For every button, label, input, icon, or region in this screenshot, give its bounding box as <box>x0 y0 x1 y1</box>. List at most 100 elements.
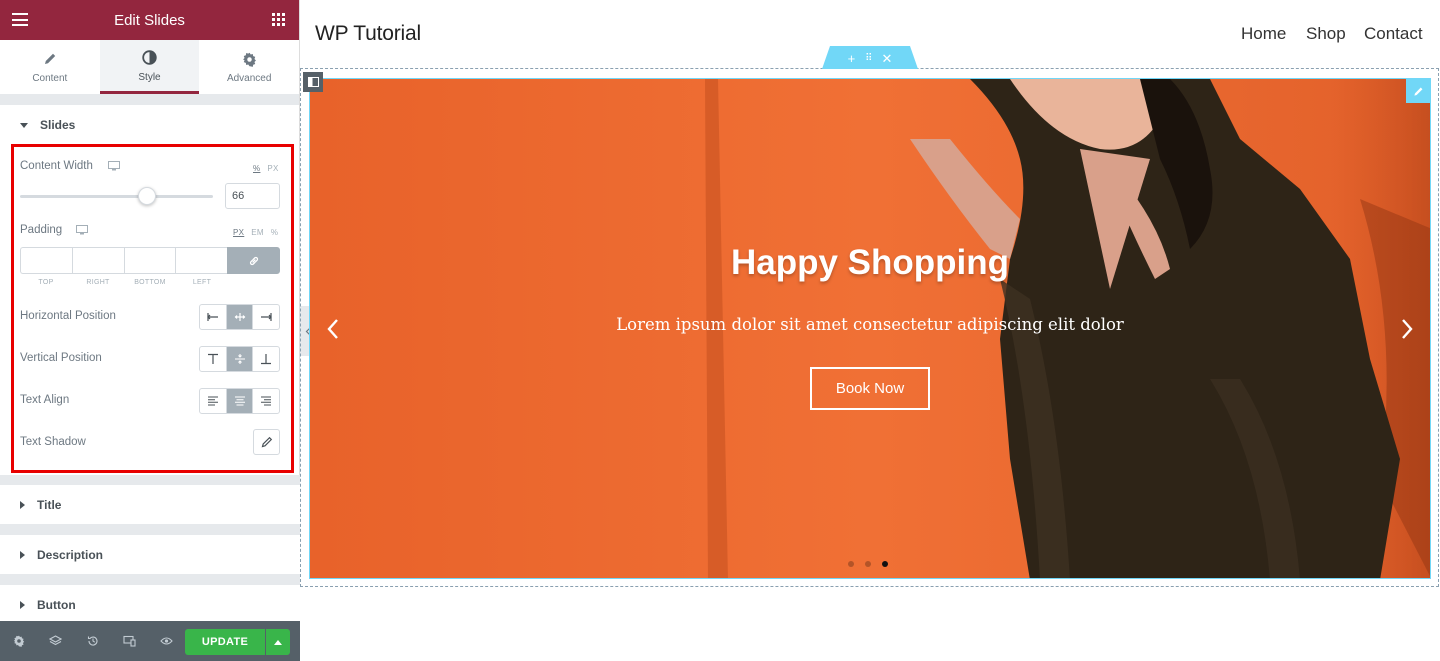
valign-middle-button[interactable] <box>226 347 254 371</box>
add-section-icon[interactable]: + <box>848 52 856 65</box>
section-description-toggle[interactable]: Description <box>0 535 300 575</box>
text-shadow-edit-button[interactable] <box>253 429 280 455</box>
padding-right-input[interactable] <box>71 247 124 274</box>
history-button[interactable] <box>74 621 111 661</box>
section-slides-toggle[interactable]: Slides <box>0 105 299 145</box>
section-title-label: Title <box>37 497 62 512</box>
unit-percent[interactable]: % <box>253 164 260 173</box>
panel-gap <box>0 525 300 535</box>
padding-field-labels: TOP RIGHT BOTTOM LEFT <box>20 279 228 286</box>
section-button-label: Button <box>37 597 76 612</box>
section-title-toggle[interactable]: Title <box>0 485 300 525</box>
widgets-grid-icon[interactable] <box>272 13 285 26</box>
site-title[interactable]: WP Tutorial <box>315 22 421 46</box>
h-align-right-icon <box>261 313 273 321</box>
responsive-mode-button[interactable] <box>111 621 148 661</box>
desktop-icon[interactable] <box>76 225 88 235</box>
section-slides-title: Slides <box>40 118 76 132</box>
half-circle-icon <box>142 49 157 67</box>
content-width-slider-handle[interactable] <box>138 187 156 205</box>
nav-home[interactable]: Home <box>1241 24 1286 44</box>
nav-shop[interactable]: Shop <box>1306 24 1346 44</box>
panel-tabs: Content Style Advanced <box>0 40 299 95</box>
next-slide-arrow-icon[interactable] <box>1400 318 1414 340</box>
padding-top-input[interactable] <box>20 247 72 274</box>
preview-button[interactable] <box>148 621 185 661</box>
link-values-button[interactable] <box>227 247 280 274</box>
text-align-center-button[interactable] <box>226 389 254 413</box>
unit-percent[interactable]: % <box>271 228 278 237</box>
devices-icon <box>123 635 136 647</box>
update-button[interactable]: UPDATE <box>185 629 265 655</box>
v-align-bottom-icon <box>261 354 272 365</box>
pagination-dot[interactable] <box>848 561 854 567</box>
padding-inputs <box>20 247 280 274</box>
content-width-input[interactable]: 66 <box>225 183 280 209</box>
align-center-button[interactable] <box>226 305 254 329</box>
tab-style[interactable]: Style <box>99 40 200 94</box>
navigator-button[interactable] <box>37 621 74 661</box>
nav-contact[interactable]: Contact <box>1364 24 1423 44</box>
book-now-button[interactable]: Book Now <box>810 367 930 410</box>
align-right-button[interactable] <box>253 305 279 329</box>
slide-pagination <box>848 561 888 567</box>
tab-content[interactable]: Content <box>0 40 100 94</box>
text-align-label: Text Align <box>20 394 70 406</box>
content-width-units: % PX <box>246 164 279 173</box>
panel-header: Edit Slides <box>0 0 299 40</box>
padding-bottom-input[interactable] <box>123 247 176 274</box>
column-handle[interactable] <box>303 72 323 92</box>
settings-button[interactable] <box>0 621 37 661</box>
padding-left-input[interactable] <box>175 247 228 274</box>
slide-heading[interactable]: Happy Shopping <box>309 243 1431 283</box>
section-description-label: Description <box>37 547 104 562</box>
section-button-toggle[interactable]: Button <box>0 585 300 625</box>
pencil-icon <box>1413 87 1422 96</box>
unit-px[interactable]: PX <box>233 228 244 237</box>
padding-right-label: RIGHT <box>86 279 110 286</box>
gear-icon <box>242 50 257 68</box>
prev-slide-arrow-icon[interactable] <box>326 318 340 340</box>
unit-em[interactable]: EM <box>251 228 264 237</box>
tab-advanced[interactable]: Advanced <box>199 40 299 94</box>
delete-section-icon[interactable]: ✕ <box>882 52 893 65</box>
horizontal-position-choices <box>199 304 280 330</box>
eye-icon <box>160 637 173 645</box>
edit-widget-button[interactable] <box>1406 79 1430 103</box>
panel-gap <box>0 475 300 485</box>
update-options-button[interactable] <box>266 629 290 655</box>
desktop-icon[interactable] <box>108 161 120 171</box>
content-width-slider-track[interactable] <box>20 195 213 198</box>
caret-right-icon <box>20 550 25 559</box>
text-align-left-button[interactable] <box>200 389 227 413</box>
text-align-center-icon <box>234 396 245 406</box>
pencil-icon <box>43 50 57 68</box>
tab-style-label: Style <box>138 71 161 83</box>
caret-right-icon <box>20 600 25 609</box>
valign-top-button[interactable] <box>200 347 227 371</box>
panel-gap <box>0 95 299 105</box>
vertical-position-label: Vertical Position <box>20 352 102 364</box>
padding-units: PX EM% <box>226 228 278 237</box>
text-align-right-icon <box>261 396 272 406</box>
drag-handle-icon[interactable]: ⠿ <box>865 53 872 64</box>
valign-bottom-button[interactable] <box>253 347 279 371</box>
caret-up-icon <box>274 639 282 645</box>
tab-content-label: Content <box>32 73 68 84</box>
collapsed-sections: Title Description Button <box>0 475 300 625</box>
padding-top-label: TOP <box>38 279 54 286</box>
link-icon <box>249 256 258 265</box>
padding-bottom-label: BOTTOM <box>134 279 166 286</box>
hamburger-menu-icon[interactable] <box>12 13 28 26</box>
v-align-top-icon <box>207 353 218 364</box>
horizontal-position-label: Horizontal Position <box>20 310 116 322</box>
align-left-button[interactable] <box>200 305 227 329</box>
slide-description[interactable]: Lorem ipsum dolor sit amet consectetur a… <box>309 315 1431 334</box>
panel-gap <box>0 575 300 585</box>
pagination-dot[interactable] <box>865 561 871 567</box>
text-align-right-button[interactable] <box>253 389 279 413</box>
pagination-dot-active[interactable] <box>882 561 888 567</box>
pencil-icon <box>261 436 272 448</box>
unit-px[interactable]: PX <box>267 164 278 173</box>
history-icon <box>87 636 98 646</box>
